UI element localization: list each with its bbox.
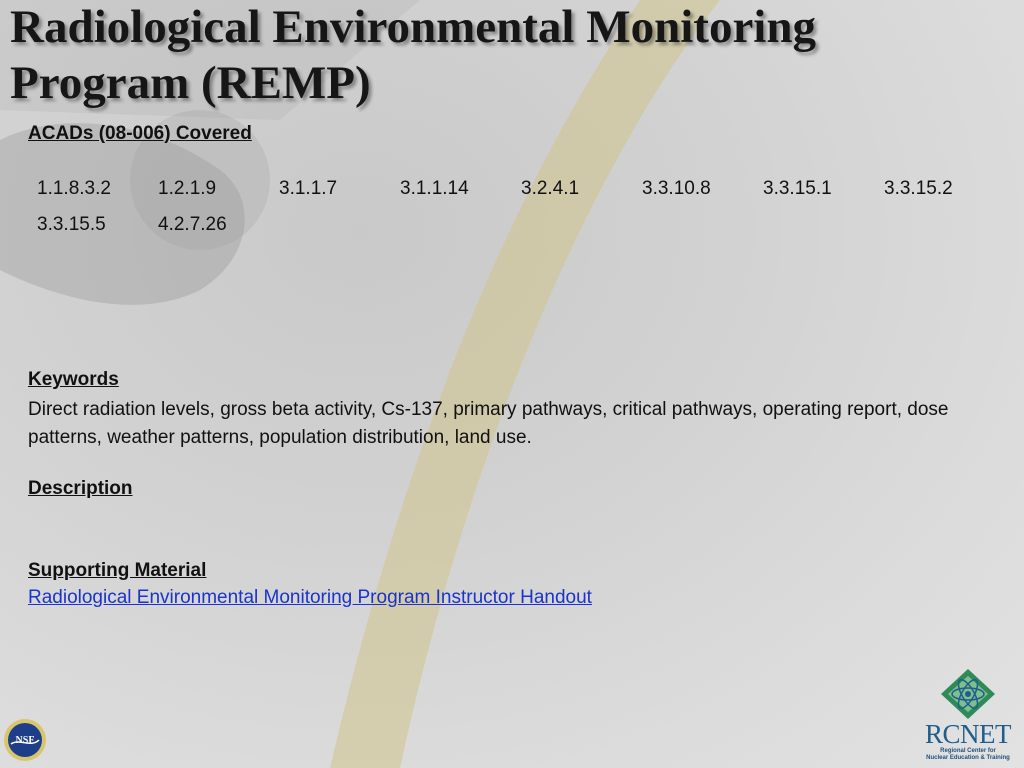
keywords-text: Direct radiation levels, gross beta acti…	[28, 399, 949, 448]
acad-code: 3.1.1.14	[400, 178, 469, 199]
acad-code: 3.1.1.7	[279, 178, 338, 199]
supporting-material-heading: Supporting Material	[28, 560, 207, 581]
acads-codes-list: 1.1.8.3.2 1.2.1.9 3.1.1.7 3.1.1.14 3.2.4…	[37, 178, 1007, 236]
nsf-logo-text: NSF	[16, 735, 35, 746]
acad-code: 1.2.1.9	[158, 178, 217, 199]
keywords-heading: Keywords	[28, 369, 119, 390]
slide-title: Radiological Environmental Monitoring Pr…	[10, 0, 1010, 112]
acad-code: 3.3.10.8	[642, 178, 711, 199]
nsf-logo: NSF	[4, 719, 46, 761]
rcnet-tagline-2: Nuclear Education & Training	[926, 755, 1010, 761]
description-heading: Description	[28, 478, 133, 499]
rcnet-logo: RCNET Regional Center for Nuclear Educat…	[918, 668, 1018, 764]
acad-code: 3.3.15.2	[884, 178, 953, 199]
acad-code: 3.3.15.1	[763, 178, 832, 199]
acad-code: 3.2.4.1	[521, 178, 580, 199]
acads-heading: ACADs (08-006) Covered	[28, 123, 252, 144]
atom-icon	[941, 669, 995, 719]
acad-code: 4.2.7.26	[158, 214, 227, 235]
slide: Radiological Environmental Monitoring Pr…	[0, 0, 1024, 768]
title-line-2: Program (REMP)	[10, 56, 371, 109]
rcnet-name: RCNET	[924, 719, 1012, 749]
title-line-1: Radiological Environmental Monitoring	[10, 1, 816, 53]
rcnet-tagline-1: Regional Center for	[940, 748, 996, 754]
acad-code: 1.1.8.3.2	[37, 178, 111, 199]
acad-code: 3.3.15.5	[37, 214, 106, 235]
instructor-handout-link[interactable]: Radiological Environmental Monitoring Pr…	[28, 587, 592, 609]
